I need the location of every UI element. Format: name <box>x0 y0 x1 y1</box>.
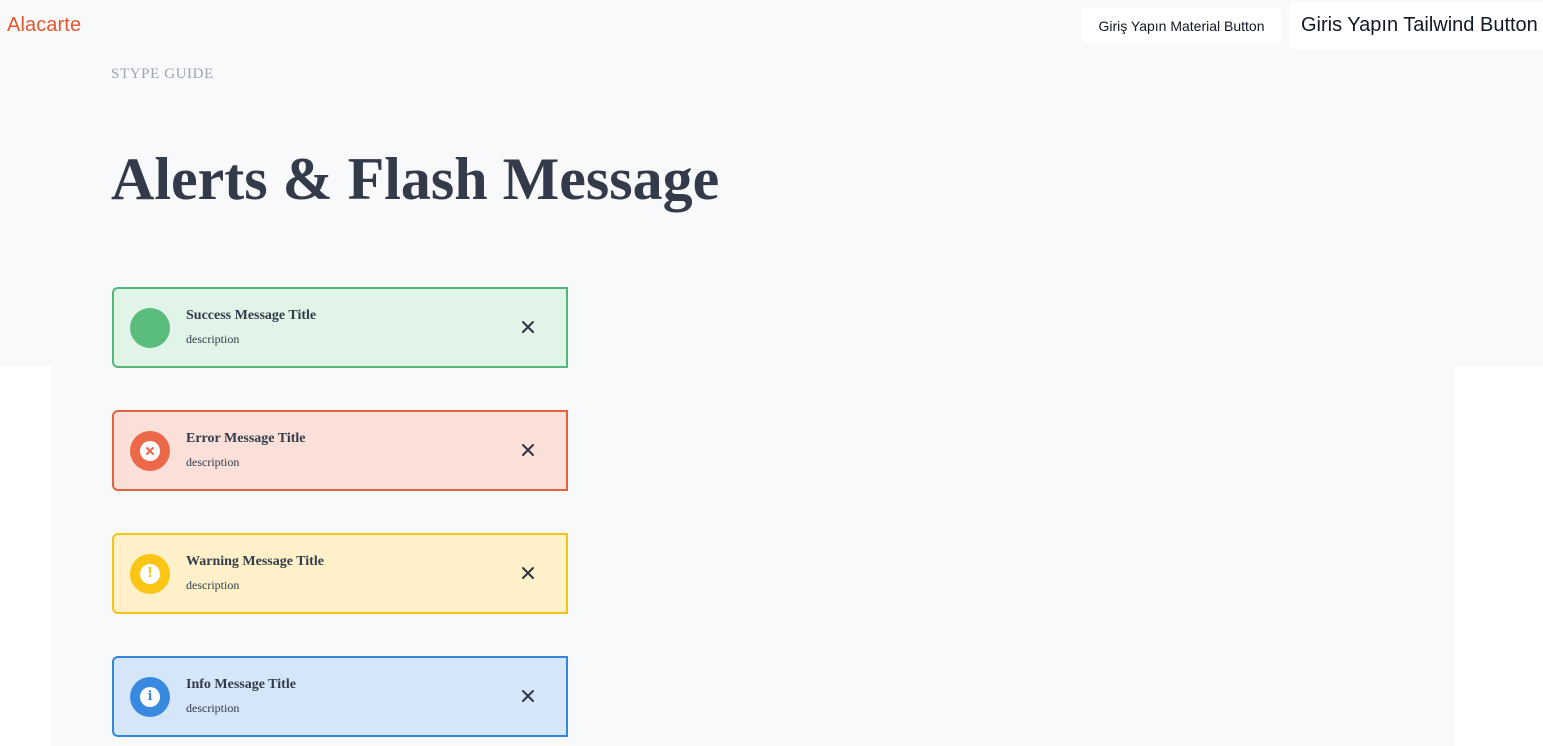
brand-logo[interactable]: Alacarte <box>7 14 81 37</box>
info-glyph: i <box>140 687 160 707</box>
alert-description: description <box>186 578 240 592</box>
alert-success: Success Message Title description <box>112 287 568 368</box>
close-icon[interactable] <box>520 565 536 581</box>
exclamation-circle-icon: ! <box>130 554 170 594</box>
alert-title: Info Message Title <box>186 677 296 692</box>
info-circle-icon: i <box>130 677 170 717</box>
success-dot-icon <box>130 308 170 348</box>
alert-info: i Info Message Title description <box>112 656 568 737</box>
close-icon[interactable] <box>520 319 536 335</box>
login-tailwind-button[interactable]: Giris Yapın Tailwind Button <box>1289 2 1543 49</box>
close-icon[interactable] <box>520 442 536 458</box>
alert-description: description <box>186 455 240 469</box>
exclamation-glyph: ! <box>140 564 160 584</box>
x-glyph <box>140 441 160 461</box>
alert-description: description <box>186 701 240 715</box>
x-circle-icon <box>130 431 170 471</box>
login-material-button[interactable]: Giriş Yapın Material Button <box>1082 8 1281 43</box>
alert-error: Error Message Title description <box>112 410 568 491</box>
alert-warning: ! Warning Message Title description <box>112 533 568 614</box>
page-title: Alerts & Flash Message <box>111 146 720 212</box>
alert-title: Success Message Title <box>186 308 317 323</box>
alert-title: Error Message Title <box>186 431 306 446</box>
section-eyebrow: STYPE GUIDE <box>111 66 214 82</box>
close-icon[interactable] <box>520 688 536 704</box>
alert-title: Warning Message Title <box>186 554 324 569</box>
alert-description: description <box>186 332 240 346</box>
